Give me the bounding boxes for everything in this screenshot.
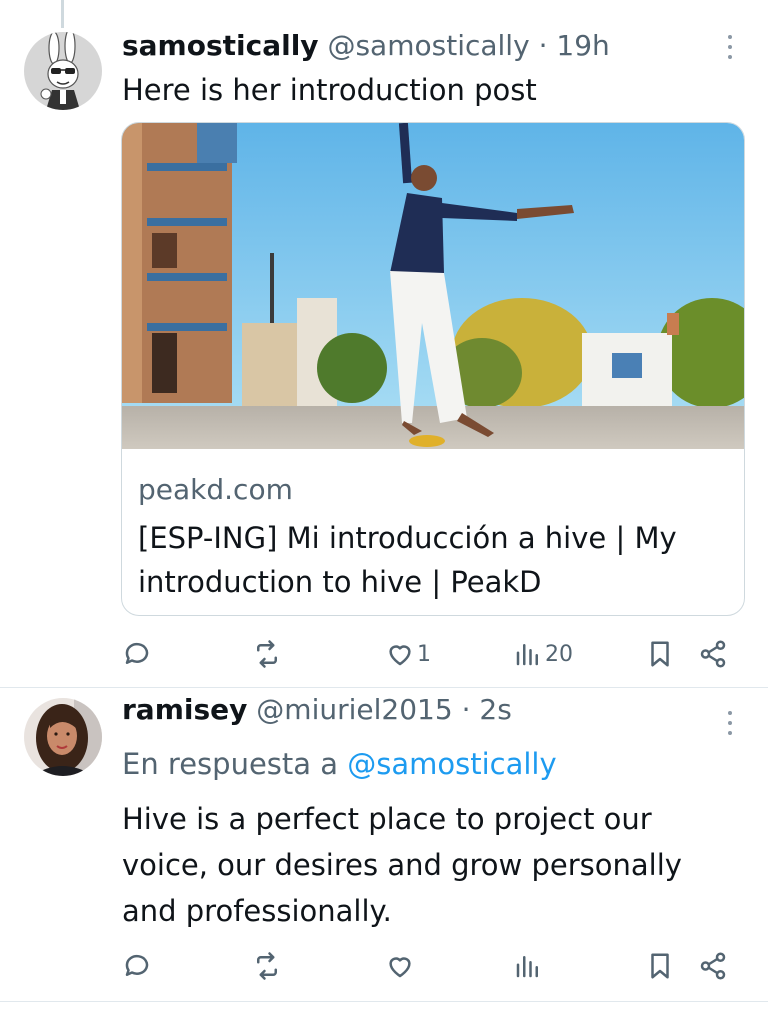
tweet-actions: 1 20 bbox=[0, 634, 768, 674]
bookmark-icon bbox=[651, 641, 669, 667]
like-count: 1 bbox=[417, 641, 431, 667]
reply-prefix: En respuesta a bbox=[122, 747, 339, 781]
avatar[interactable] bbox=[24, 698, 102, 776]
like-button[interactable]: 1 bbox=[385, 634, 431, 674]
more-options-icon[interactable] bbox=[722, 708, 738, 738]
more-options-icon[interactable] bbox=[722, 32, 738, 62]
reply-button[interactable] bbox=[122, 946, 154, 986]
tweet-header: ramisey @miuriel2015 · 2s bbox=[122, 692, 512, 728]
share-icon bbox=[700, 640, 726, 668]
reply-icon bbox=[125, 642, 149, 664]
like-button[interactable] bbox=[385, 946, 417, 986]
user-handle[interactable]: @miuriel2015 bbox=[256, 693, 452, 726]
tweet[interactable]: ramisey @miuriel2015 · 2s En respuesta a… bbox=[0, 688, 768, 1002]
bookmark-icon bbox=[651, 953, 669, 979]
share-button[interactable] bbox=[698, 946, 728, 986]
views-count: 20 bbox=[545, 641, 573, 667]
reply-mention-link[interactable]: @samostically bbox=[347, 747, 556, 781]
retweet-icon bbox=[257, 952, 277, 980]
separator-dot: · bbox=[538, 29, 548, 62]
bookmark-button[interactable] bbox=[645, 634, 675, 674]
share-icon bbox=[700, 952, 726, 980]
card-domain: peakd.com bbox=[138, 473, 293, 506]
reply-button[interactable] bbox=[122, 634, 154, 674]
tweet[interactable]: samostically @samostically · 19h Here is… bbox=[0, 0, 768, 688]
tweet-text: Here is her introduction post bbox=[122, 73, 537, 107]
timestamp[interactable]: 19h bbox=[556, 29, 609, 62]
user-handle[interactable]: @samostically bbox=[327, 29, 529, 62]
display-name[interactable]: samostically bbox=[122, 29, 319, 62]
heart-icon bbox=[389, 645, 411, 666]
display-name[interactable]: ramisey bbox=[122, 693, 247, 726]
avatar[interactable] bbox=[24, 32, 102, 110]
tweet-actions bbox=[0, 946, 768, 986]
views-icon bbox=[516, 956, 538, 978]
share-button[interactable] bbox=[698, 634, 728, 674]
views-icon bbox=[516, 644, 538, 666]
link-preview-card[interactable]: peakd.com [ESP-ING] Mi introducción a hi… bbox=[121, 122, 745, 616]
tweet-header: samostically @samostically · 19h bbox=[122, 28, 610, 64]
tweet-text: Hive is a perfect place to project our v… bbox=[122, 802, 682, 928]
retweet-button[interactable] bbox=[252, 946, 284, 986]
reply-icon bbox=[125, 954, 149, 976]
bookmark-button[interactable] bbox=[645, 946, 675, 986]
card-image bbox=[122, 123, 744, 449]
retweet-button[interactable] bbox=[252, 634, 284, 674]
retweet-icon bbox=[257, 640, 277, 668]
views-button[interactable]: 20 bbox=[513, 634, 573, 674]
heart-icon bbox=[389, 957, 411, 978]
separator-dot: · bbox=[461, 693, 471, 726]
views-button[interactable] bbox=[513, 946, 545, 986]
card-title: [ESP-ING] Mi introducción a hive | My in… bbox=[138, 521, 677, 599]
reply-context: En respuesta a @samostically bbox=[122, 744, 557, 784]
timestamp[interactable]: 2s bbox=[479, 693, 511, 726]
